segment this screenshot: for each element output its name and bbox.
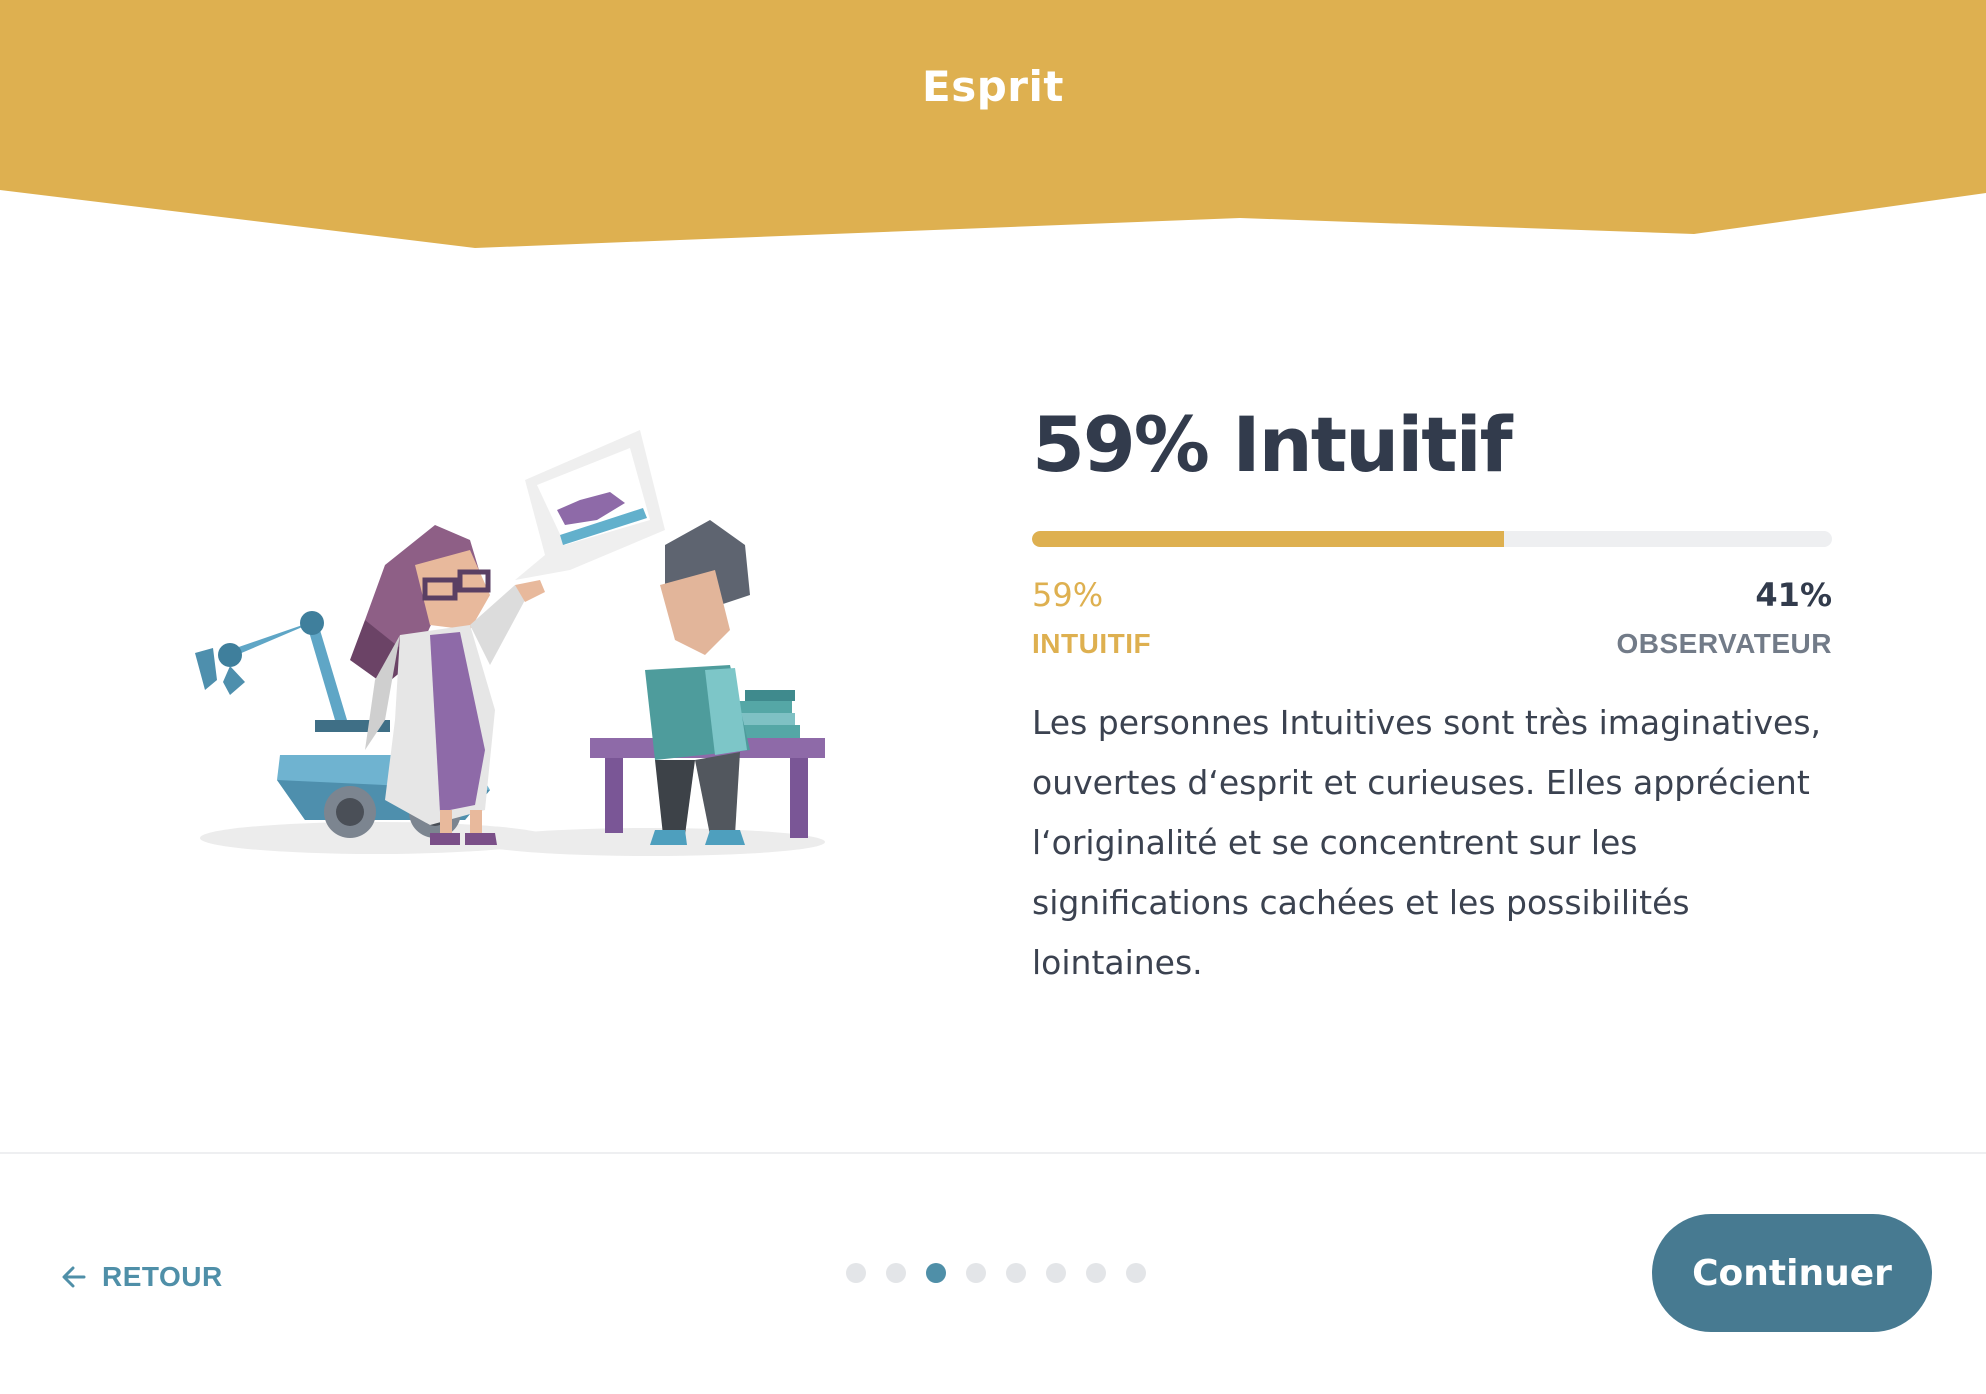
intuitive-illustration xyxy=(185,420,845,870)
trait-description: Les personnes Intuitives sont très imagi… xyxy=(1032,703,1822,982)
back-button[interactable]: RETOUR xyxy=(60,1255,223,1299)
trait-left-percent: 59% xyxy=(1032,576,1104,614)
trait-right-percent: 41% xyxy=(1755,576,1832,614)
result-heading: 59% Intuitif xyxy=(1032,400,1513,489)
trait-progress-bar xyxy=(1032,531,1832,547)
step-dot xyxy=(1126,1263,1146,1283)
result-page: Esprit 59% Intuitif 59% INTUITIF 41% OBS… xyxy=(0,0,1986,1394)
trait-left-label: INTUITIF xyxy=(1032,628,1152,659)
step-indicator xyxy=(846,1263,1166,1283)
trait-scale: 59% INTUITIF 41% OBSERVATEUR xyxy=(1032,575,1832,665)
trait-right: 41% OBSERVATEUR xyxy=(1616,575,1832,661)
header-banner: Esprit xyxy=(0,0,1986,252)
step-dot xyxy=(1086,1263,1106,1283)
back-label: RETOUR xyxy=(102,1261,223,1292)
result-panel: 59% Intuitif 59% INTUITIF 41% OBSERVATEU… xyxy=(1032,395,1832,993)
arrow-left-icon xyxy=(62,1266,86,1288)
trait-left: 59% INTUITIF xyxy=(1032,575,1151,661)
step-dot xyxy=(966,1263,986,1283)
step-dot xyxy=(1006,1263,1026,1283)
step-dot xyxy=(926,1263,946,1283)
header-background-shape xyxy=(0,0,1986,248)
footer-divider xyxy=(0,1152,1986,1154)
page-title: Esprit xyxy=(922,62,1064,111)
step-dot xyxy=(1046,1263,1066,1283)
trait-progress-fill xyxy=(1032,531,1504,547)
step-dot xyxy=(886,1263,906,1283)
step-dot xyxy=(846,1263,866,1283)
continue-button[interactable]: Continuer xyxy=(1652,1214,1932,1332)
scientists-illustration xyxy=(195,430,825,856)
trait-right-label: OBSERVATEUR xyxy=(1616,628,1832,659)
